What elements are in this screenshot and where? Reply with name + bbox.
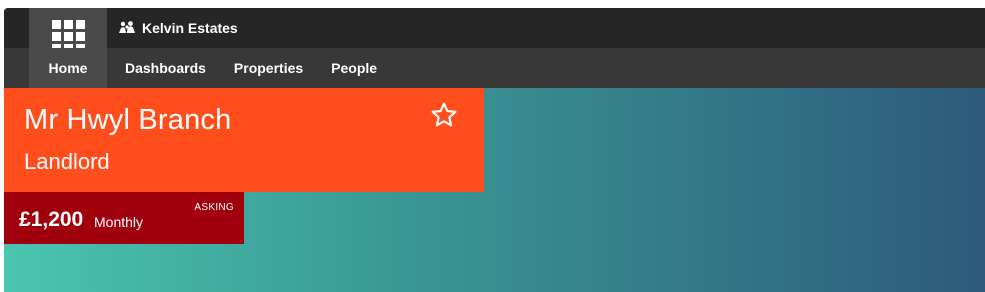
profile-header-card: Mr Hwyl Branch Landlord [4,88,484,192]
main-nav: Home Dashboards Properties People [29,48,391,88]
brand-name: Kelvin Estates [142,20,238,36]
brand[interactable]: Kelvin Estates [118,8,238,48]
nav-item-home[interactable]: Home [29,48,107,88]
profile-role: Landlord [24,149,110,174]
price-value: £1,200 [19,208,84,231]
price-period: Monthly [94,214,144,230]
app-frame: Kelvin Estates Home Dashboards Propertie… [4,8,985,292]
asking-badge: ASKING [194,202,234,213]
nav-item-properties[interactable]: Properties [220,48,317,88]
asking-price-card: £1,200 Monthly ASKING [4,192,244,244]
nav-item-people[interactable]: People [317,48,391,88]
star-outline-icon[interactable] [430,101,458,129]
nav-item-dashboards[interactable]: Dashboards [111,48,220,88]
people-group-icon [119,21,135,33]
profile-name: Mr Hwyl Branch [24,104,232,136]
